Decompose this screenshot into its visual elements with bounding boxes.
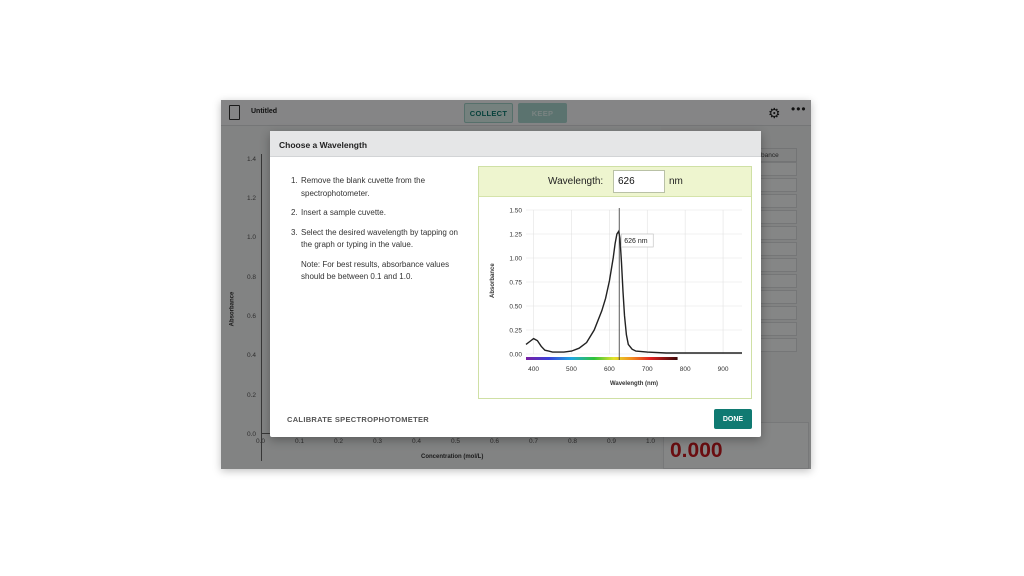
dialog-header: Choose a Wavelength	[270, 131, 761, 157]
done-button[interactable]: DONE	[714, 409, 752, 429]
wavelength-input[interactable]	[613, 170, 665, 193]
absorbance-curve	[525, 229, 742, 354]
dialog-title: Choose a Wavelength	[279, 140, 368, 150]
calibrate-spectrophotometer-button[interactable]: CALIBRATE SPECTROPHOTOMETER	[287, 415, 429, 424]
grid	[526, 209, 742, 355]
y-tick-label: 0.00	[509, 352, 522, 359]
visible-spectrum-bar	[526, 357, 678, 360]
x-tick-label: 700	[642, 366, 653, 373]
y-tick-label: 0.25	[509, 328, 522, 335]
y-tick-label: 0.50	[509, 304, 522, 311]
x-tick-label: 400	[528, 366, 539, 373]
step-number: 2.	[291, 208, 298, 217]
spectrum-chart[interactable]: 0.00 0.25 0.50 0.75 1.00 1.25 1.50 400 500 600 700…	[479, 198, 751, 398]
instruction-step: 2. Insert a sample cuvette.	[291, 207, 471, 220]
note-text: Note: For best results, absorbance value…	[301, 259, 450, 282]
instruction-step: 3. Select the desired wavelength by tapp…	[291, 227, 471, 252]
chart-y-label: Absorbance	[490, 263, 496, 298]
step-text: Insert a sample cuvette.	[301, 208, 386, 217]
wavelength-unit: nm	[669, 176, 683, 187]
wavelength-bar: Wavelength: nm	[479, 167, 751, 197]
instructions: 1. Remove the blank cuvette from the spe…	[291, 175, 471, 284]
chart-x-label: Wavelength (nm)	[610, 381, 658, 387]
wavelength-label: Wavelength:	[548, 176, 604, 187]
step-number: 3.	[291, 227, 298, 237]
step-text: Select the desired wavelength by tapping…	[301, 227, 458, 250]
choose-wavelength-dialog: Choose a Wavelength 1. Remove the blank …	[270, 131, 761, 437]
step-text: Remove the blank cuvette from the spectr…	[301, 176, 426, 198]
x-tick-label: 500	[566, 366, 577, 373]
selected-wavelength-label: 626 nm	[624, 238, 648, 245]
y-tick-label: 1.00	[509, 256, 522, 263]
y-tick-label: 0.75	[509, 280, 522, 287]
y-tick-label: 1.50	[509, 208, 522, 215]
y-tick-label: 1.25	[509, 232, 522, 239]
x-tick-label: 900	[718, 366, 729, 373]
x-tick-label: 800	[680, 366, 691, 373]
x-tick-label: 600	[604, 366, 615, 373]
spectrum-panel: Wavelength: nm 0.00 0.25 0.50 0.75 1.00 1.25 1…	[478, 166, 752, 399]
instruction-step: 1. Remove the blank cuvette from the spe…	[291, 175, 471, 200]
step-number: 1.	[291, 176, 298, 185]
